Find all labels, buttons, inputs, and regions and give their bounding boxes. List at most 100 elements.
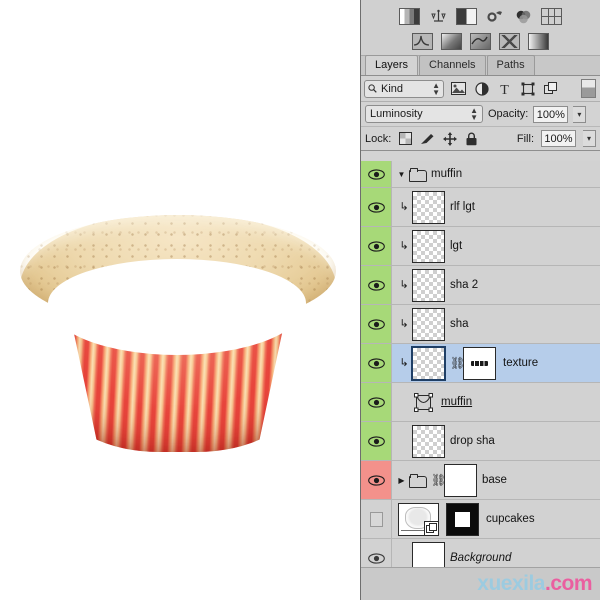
lock-position-icon[interactable]: [442, 131, 457, 146]
layer-name: sha: [450, 318, 469, 330]
filter-smart-object-layers-icon[interactable]: [542, 80, 559, 97]
eye-icon: [367, 552, 385, 564]
blend-mode-value: Luminosity: [370, 108, 423, 120]
layer-row[interactable]: ↳ ⛓ texture: [361, 344, 600, 383]
layer-row[interactable]: cupcakes: [361, 500, 600, 539]
layer-visibility-toggle[interactable]: [361, 422, 392, 460]
layer-thumbnail[interactable]: [412, 190, 445, 224]
opacity-dropdown-arrow[interactable]: ▾: [573, 105, 587, 123]
watermark-part-b: .com: [544, 572, 593, 595]
lock-fill-bar: Lock: Fill: 100% ▾: [361, 127, 600, 151]
filter-pixel-layers-icon[interactable]: [450, 80, 467, 97]
group-disclosure-triangle[interactable]: ▶: [396, 475, 407, 486]
layers-panel: Layers Channels Paths Kind ▲ ▼ T Luminos…: [360, 0, 600, 600]
fill-input[interactable]: 100%: [541, 130, 576, 147]
group-disclosure-triangle[interactable]: ▼: [396, 169, 407, 180]
layer-thumbnail[interactable]: [444, 463, 477, 497]
layer-row[interactable]: Background: [361, 539, 600, 567]
folder-icon: [409, 473, 427, 488]
tab-channels[interactable]: Channels: [419, 55, 486, 75]
layer-row[interactable]: ↳ sha 2: [361, 266, 600, 305]
eye-icon: [367, 396, 385, 408]
document-canvas[interactable]: [0, 0, 360, 600]
curves-balance-icon[interactable]: [428, 8, 448, 25]
exposure-icon[interactable]: [485, 8, 505, 25]
fill-label: Fill:: [516, 132, 534, 145]
photo-filter-icon[interactable]: [441, 33, 462, 50]
fill-dropdown-arrow[interactable]: ▾: [583, 130, 596, 147]
layer-visibility-toggle[interactable]: [361, 305, 392, 343]
layer-visibility-toggle[interactable]: [361, 383, 392, 421]
tab-layers[interactable]: Layers: [365, 55, 419, 75]
brightness-contrast-icon[interactable]: [456, 8, 477, 25]
layer-name: cupcakes: [486, 513, 535, 525]
layer-visibility-toggle[interactable]: [361, 188, 392, 226]
layer-name: texture: [503, 357, 539, 369]
layer-visibility-toggle[interactable]: [361, 500, 392, 538]
layer-thumbnail[interactable]: [412, 541, 445, 567]
layer-row[interactable]: drop sha: [361, 422, 600, 461]
clipping-mask-arrow-icon: ↳: [399, 317, 409, 330]
gradient-icon[interactable]: [528, 33, 549, 50]
eye-icon: [367, 357, 385, 369]
folder-icon: [409, 167, 427, 182]
filter-enable-toggle[interactable]: [581, 79, 596, 98]
layer-thumbnail[interactable]: [412, 229, 445, 263]
eye-icon: [367, 279, 385, 291]
filter-adjustment-layers-icon[interactable]: [473, 80, 490, 97]
watermark: xuexila.com: [477, 572, 592, 596]
filter-shape-layers-icon[interactable]: [519, 80, 536, 97]
layer-thumbnail[interactable]: [412, 307, 445, 341]
filter-type-layers-icon[interactable]: T: [496, 80, 513, 97]
layer-row[interactable]: ↳ sha: [361, 305, 600, 344]
lock-label: Lock:: [365, 132, 392, 145]
curves-icon[interactable]: [470, 33, 491, 50]
layer-visibility-toggle[interactable]: [361, 227, 392, 265]
layer-name: sha 2: [450, 279, 479, 291]
lock-image-pixels-icon[interactable]: [420, 131, 435, 146]
layer-row[interactable]: ↳ lgt: [361, 227, 600, 266]
panel-tabs: Layers Channels Paths: [361, 55, 600, 76]
layer-mask-thumbnail[interactable]: [446, 502, 479, 536]
watermark-part-a: xuexila: [477, 572, 545, 595]
chevron-updown-icon[interactable]: ▲ ▼: [432, 81, 440, 96]
eye-icon: [367, 318, 385, 330]
layer-visibility-toggle[interactable]: [361, 344, 392, 382]
chevron-updown-icon[interactable]: ▲ ▼: [470, 107, 478, 122]
layer-name: muffin: [441, 396, 473, 408]
magnifier-icon: [368, 84, 377, 93]
layer-visibility-toggle[interactable]: [361, 266, 392, 304]
filter-kind-select[interactable]: Kind ▲ ▼: [364, 79, 444, 98]
gradient-map-icon[interactable]: [412, 33, 433, 50]
smart-object-badge-icon: [424, 520, 439, 536]
clipping-mask-arrow-icon: ↳: [399, 200, 409, 213]
layer-mask-thumbnail[interactable]: [463, 346, 496, 380]
blend-mode-select[interactable]: Luminosity ▲ ▼: [365, 105, 483, 123]
invert-icon[interactable]: [499, 33, 520, 50]
layer-visibility-toggle[interactable]: [361, 161, 392, 187]
layer-row[interactable]: ▶ ⛓ base: [361, 461, 600, 500]
link-mask-icon[interactable]: ⛓: [431, 474, 446, 486]
opacity-input[interactable]: 100%: [533, 105, 569, 123]
tab-paths[interactable]: Paths: [486, 55, 535, 75]
clipping-mask-arrow-icon: ↳: [399, 239, 409, 252]
smart-object-thumbnail[interactable]: [398, 502, 439, 536]
layer-row[interactable]: ▼ muffin: [361, 161, 600, 188]
layer-thumbnail[interactable]: [411, 345, 446, 381]
layer-thumbnail[interactable]: [412, 424, 445, 458]
levels-icon[interactable]: [399, 8, 420, 25]
layers-list[interactable]: ▼ muffin ↳ rlf lgt ↳ lgt ↳ sha 2 ↳ sha ↳…: [361, 161, 600, 567]
eye-icon: [367, 435, 385, 447]
lock-all-icon[interactable]: [464, 131, 479, 146]
hue-saturation-icon[interactable]: [513, 8, 533, 25]
link-mask-icon[interactable]: ⛓: [450, 357, 465, 369]
layer-thumbnail[interactable]: [412, 268, 445, 302]
layer-name: Background: [450, 552, 512, 564]
layer-row[interactable]: muffin: [361, 383, 600, 422]
layer-row[interactable]: ↳ rlf lgt: [361, 188, 600, 227]
panel-footer: xuexila.com: [361, 567, 600, 600]
lock-transparent-pixels-icon[interactable]: [398, 131, 413, 146]
color-lookup-icon[interactable]: [541, 8, 562, 25]
layer-visibility-toggle[interactable]: [361, 461, 392, 499]
layer-visibility-toggle[interactable]: [361, 539, 392, 567]
